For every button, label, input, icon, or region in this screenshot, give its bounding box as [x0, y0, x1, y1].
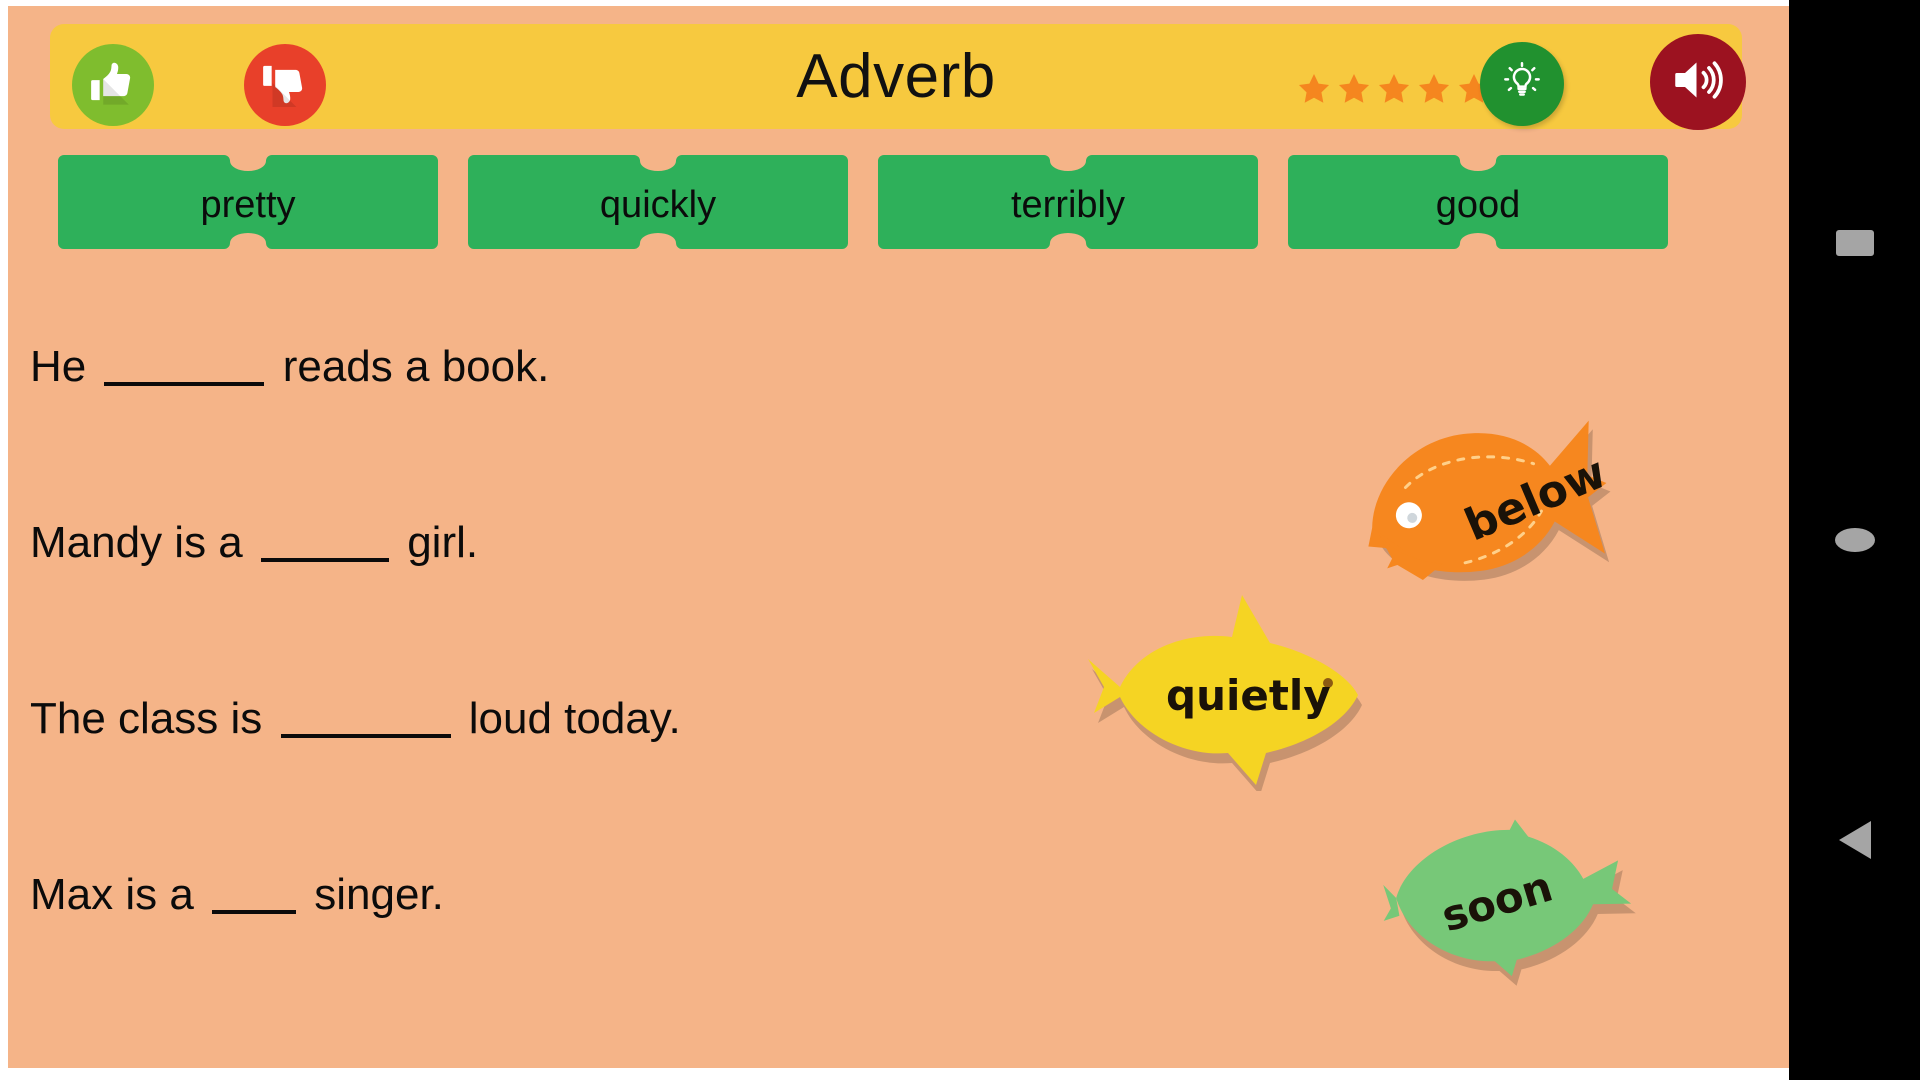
- sentence-text-before: Max is a: [30, 869, 207, 919]
- star-icon: [1375, 70, 1413, 108]
- sentence-list: He reads a book. Mandy is a girl. The cl…: [30, 336, 1130, 1040]
- puzzle-tile-shape: [878, 151, 1258, 259]
- word-tile-good[interactable]: good: [1288, 151, 1668, 259]
- hint-button[interactable]: [1480, 42, 1564, 126]
- star-rating: [1295, 70, 1493, 108]
- star-icon: [1295, 70, 1333, 108]
- sentence-text-before: He: [30, 341, 99, 391]
- sentence-row: He reads a book.: [30, 336, 1130, 512]
- answer-blank[interactable]: [260, 512, 389, 563]
- word-tile-quickly[interactable]: quickly: [468, 151, 848, 259]
- word-tile-row: pretty quickly terribly good: [50, 151, 1750, 263]
- word-tile-pretty[interactable]: pretty: [58, 151, 438, 259]
- triangle-icon: [1838, 821, 1871, 859]
- word-tile-terribly[interactable]: terribly: [878, 151, 1258, 259]
- app-content-area: Adverb pretty quickly terribly good He r…: [8, 6, 1789, 1068]
- fish-icon: [1060, 591, 1380, 791]
- fish-icon: [1375, 807, 1647, 1005]
- circle-icon: [1834, 528, 1875, 552]
- nav-home-button[interactable]: [1789, 505, 1920, 575]
- sentence-text-after: girl.: [394, 517, 479, 567]
- sentence-row: Max is a singer.: [30, 864, 1130, 1040]
- fish-icon: [1353, 406, 1633, 616]
- android-navigation-bar: [1789, 0, 1920, 1080]
- puzzle-tile-shape: [1288, 151, 1668, 259]
- sentence-row: Mandy is a girl.: [30, 512, 1130, 688]
- fish-below[interactable]: below: [1353, 406, 1633, 616]
- app-header-bar: Adverb: [50, 24, 1746, 130]
- fish-quietly[interactable]: quietly: [1060, 591, 1380, 791]
- sentence-text-after: loud today.: [456, 693, 681, 743]
- screen-root: Adverb pretty quickly terribly good He r…: [0, 0, 1920, 1080]
- sentence-text-after: singer.: [302, 869, 444, 919]
- answer-blank[interactable]: [280, 688, 451, 739]
- nav-back-button[interactable]: [1789, 805, 1920, 875]
- puzzle-tile-shape: [58, 151, 438, 259]
- square-icon: [1835, 230, 1874, 256]
- nav-recents-button[interactable]: [1789, 208, 1920, 278]
- lightbulb-icon: [1499, 59, 1545, 110]
- answer-blank[interactable]: [212, 864, 297, 915]
- sentence-text-before: The class is: [30, 693, 275, 743]
- answer-blank[interactable]: [104, 336, 265, 387]
- puzzle-tile-shape: [468, 151, 848, 259]
- fish-soon[interactable]: soon: [1375, 807, 1647, 1005]
- sound-button[interactable]: [1650, 34, 1746, 130]
- sentence-row: The class is loud today.: [30, 688, 1130, 864]
- speaker-icon: [1668, 50, 1728, 115]
- star-icon: [1335, 70, 1373, 108]
- sentence-text-before: Mandy is a: [30, 517, 255, 567]
- star-icon: [1415, 70, 1453, 108]
- sentence-text-after: reads a book.: [270, 341, 550, 391]
